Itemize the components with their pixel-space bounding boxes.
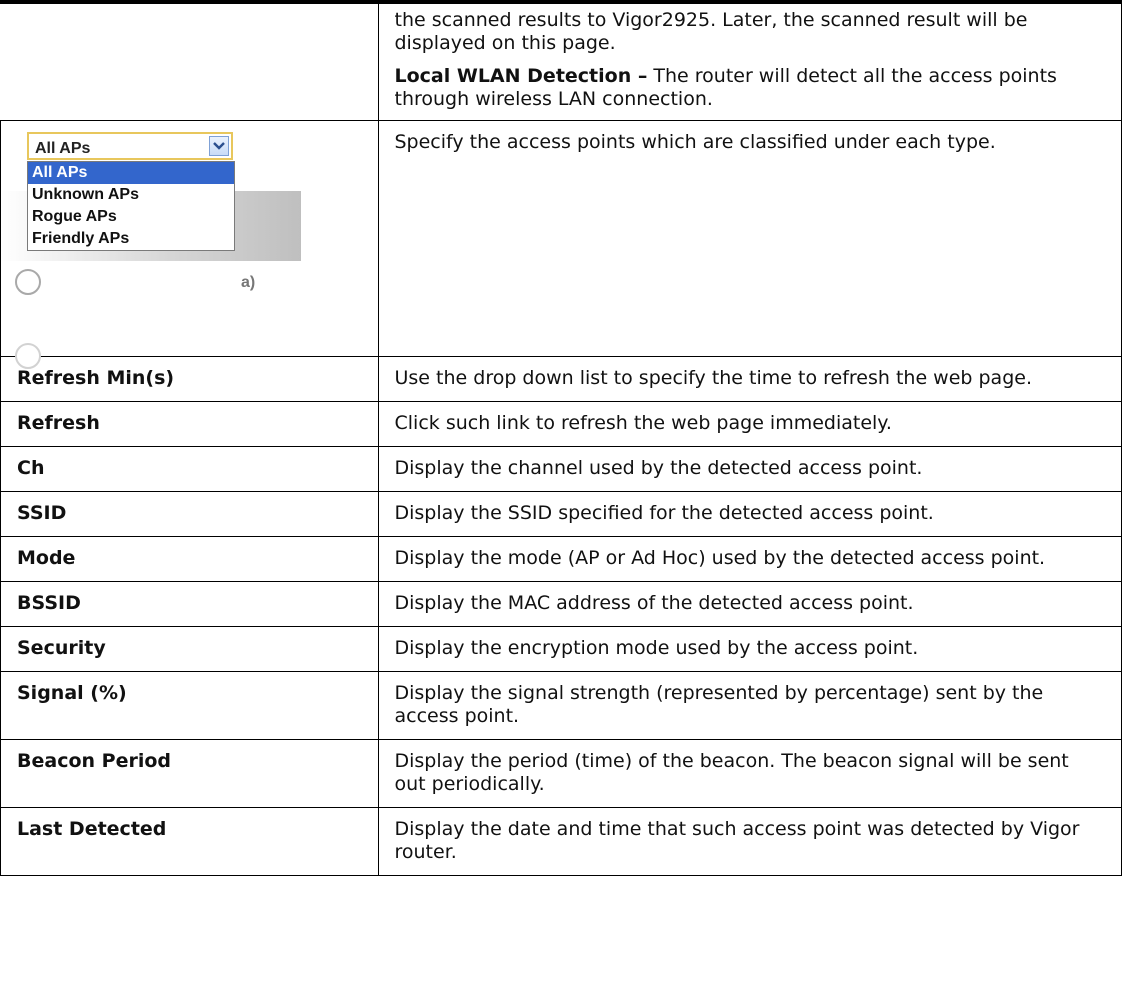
ap-type-option[interactable]: Rogue APs: [28, 206, 234, 228]
term-cell: Refresh Min(s): [0, 356, 379, 402]
table-row: Ch Display the channel used by the detec…: [0, 446, 1122, 492]
table-row: Refresh Click such link to refresh the w…: [0, 401, 1122, 447]
term-cell: Refresh: [0, 401, 379, 447]
ap-type-option[interactable]: Unknown APs: [28, 184, 234, 206]
term-cell: Mode: [0, 536, 379, 582]
ap-type-options: All APs Unknown APs Rogue APs Friendly A…: [27, 161, 235, 251]
description-cell: Use the drop down list to specify the ti…: [377, 356, 1122, 402]
ap-type-select[interactable]: All APs: [27, 132, 233, 160]
table-row: Beacon Period Display the period (time) …: [0, 739, 1122, 808]
dropdown-button[interactable]: [209, 136, 229, 156]
description-cell: Display the date and time that such acce…: [377, 807, 1122, 876]
term-cell: BSSID: [0, 581, 379, 627]
parameter-table: the scanned results to Vigor2925. Later,…: [0, 4, 1122, 876]
description-cell: Display the mode (AP or Ad Hoc) used by …: [377, 536, 1122, 582]
intro-blank-cell: [0, 4, 379, 121]
local-wlan-label: Local WLAN Detection –: [394, 65, 648, 87]
term-cell: Signal (%): [0, 671, 379, 740]
term-cell: Last Detected: [0, 807, 379, 876]
ap-type-selected-value: All APs: [35, 140, 91, 157]
table-row: Security Display the encryption mode use…: [0, 626, 1122, 672]
chevron-down-icon: [213, 142, 225, 150]
intro-description: the scanned results to Vigor2925. Later,…: [377, 4, 1122, 121]
table-row: Signal (%) Display the signal strength (…: [0, 671, 1122, 740]
ap-filter-illustration: a) All APs All APs Unknown APs Rogue APs…: [1, 131, 378, 369]
table-row: a) All APs All APs Unknown APs Rogue APs…: [0, 120, 1122, 369]
table-row: SSID Display the SSID specified for the …: [0, 491, 1122, 537]
term-cell: Security: [0, 626, 379, 672]
ap-type-option[interactable]: All APs: [28, 162, 234, 184]
partial-label: a): [241, 274, 256, 291]
term-cell: SSID: [0, 491, 379, 537]
table-row: BSSID Display the MAC address of the det…: [0, 581, 1122, 627]
description-cell: Display the encryption mode used by the …: [377, 626, 1122, 672]
table-row: Refresh Min(s) Use the drop down list to…: [0, 356, 1122, 402]
table-row: Mode Display the mode (AP or Ad Hoc) use…: [0, 536, 1122, 582]
radio-icon: [15, 269, 41, 295]
description-cell: Display the MAC address of the detected …: [377, 581, 1122, 627]
description-cell: Click such link to refresh the web page …: [377, 401, 1122, 447]
term-cell: Ch: [0, 446, 379, 492]
ap-type-option[interactable]: Friendly APs: [28, 228, 234, 250]
radio-icon: [15, 343, 41, 369]
description-cell: Display the period (time) of the beacon.…: [377, 739, 1122, 808]
table-row: Last Detected Display the date and time …: [0, 807, 1122, 876]
term-cell: Beacon Period: [0, 739, 379, 808]
description-cell: Display the signal strength (represented…: [377, 671, 1122, 740]
description-cell: Display the SSID specified for the detec…: [377, 491, 1122, 537]
local-wlan-paragraph: Local WLAN Detection – The router will d…: [395, 65, 1106, 111]
scan-result-text: the scanned results to Vigor2925. Later,…: [394, 9, 1028, 54]
filter-dropdown-cell: a) All APs All APs Unknown APs Rogue APs…: [0, 120, 379, 369]
filter-description: Specify the access points which are clas…: [377, 120, 1122, 357]
description-cell: Display the channel used by the detected…: [377, 446, 1122, 492]
table-row: the scanned results to Vigor2925. Later,…: [0, 4, 1122, 121]
